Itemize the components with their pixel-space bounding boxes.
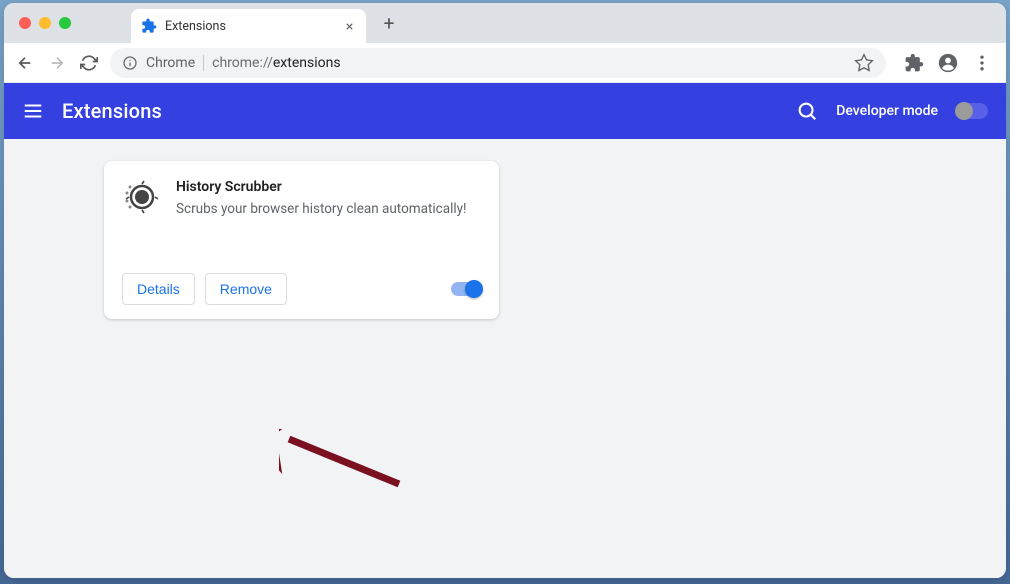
card-bottom: Details Remove — [122, 273, 481, 305]
annotation-arrow — [279, 429, 419, 499]
window-controls — [19, 17, 71, 29]
extensions-toolbar: Extensions Developer mode — [4, 83, 1006, 139]
extensions-icon[interactable] — [904, 53, 924, 73]
address-origin: Chrome — [146, 55, 195, 71]
minimize-window-button[interactable] — [39, 17, 51, 29]
card-top: History Scrubber Scrubs your browser his… — [122, 179, 481, 273]
extension-enabled-toggle[interactable] — [451, 282, 481, 296]
extension-description: Scrubs your browser history clean automa… — [176, 200, 467, 219]
extension-name: History Scrubber — [176, 179, 467, 195]
site-info-icon[interactable] — [122, 55, 138, 71]
details-button[interactable]: Details — [122, 273, 195, 305]
developer-mode-toggle[interactable] — [956, 103, 988, 119]
toolbar-actions — [904, 53, 992, 73]
tab-extensions[interactable]: Extensions — [131, 9, 366, 43]
profile-icon[interactable] — [938, 53, 958, 73]
search-icon[interactable] — [796, 100, 818, 122]
hamburger-icon[interactable] — [22, 100, 44, 122]
back-button[interactable] — [14, 52, 36, 74]
remove-button[interactable]: Remove — [205, 273, 287, 305]
puzzle-icon — [141, 18, 157, 34]
tab-title: Extensions — [165, 19, 334, 34]
browser-window: Extensions + Chrome chrome://extensions — [4, 3, 1006, 578]
extension-text: History Scrubber Scrubs your browser his… — [176, 179, 467, 273]
close-tab-button[interactable] — [342, 19, 356, 33]
maximize-window-button[interactable] — [59, 17, 71, 29]
forward-button[interactable] — [46, 52, 68, 74]
address-divider — [203, 55, 204, 71]
new-tab-button[interactable]: + — [378, 12, 400, 35]
developer-mode-label: Developer mode — [836, 103, 938, 119]
extension-card: History Scrubber Scrubs your browser his… — [104, 161, 499, 319]
extensions-content: History Scrubber Scrubs your browser his… — [4, 139, 1006, 578]
star-icon[interactable] — [854, 53, 874, 73]
address-path: chrome://extensions — [212, 55, 340, 71]
address-bar: Chrome chrome://extensions — [4, 43, 1006, 83]
more-menu-icon[interactable] — [972, 53, 992, 73]
close-window-button[interactable] — [19, 17, 31, 29]
page-title: Extensions — [62, 99, 778, 123]
extension-icon — [122, 179, 158, 215]
address-field[interactable]: Chrome chrome://extensions — [110, 48, 886, 78]
reload-button[interactable] — [78, 52, 100, 74]
tab-strip: Extensions + — [4, 3, 1006, 43]
